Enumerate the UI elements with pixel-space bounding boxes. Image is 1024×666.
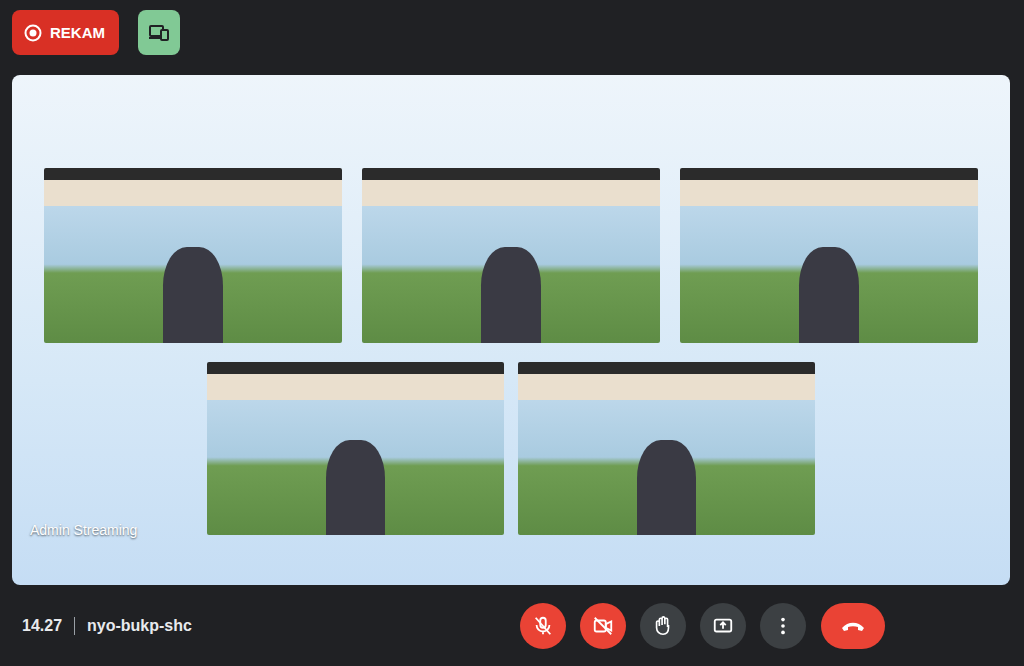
microphone-button[interactable]: [520, 603, 566, 649]
video-tile: [362, 168, 660, 343]
camera-off-icon: [592, 615, 614, 637]
more-icon: [772, 615, 794, 637]
hand-icon: [652, 615, 674, 637]
video-tile: [207, 362, 504, 535]
camera-button[interactable]: [580, 603, 626, 649]
hang-up-icon: [840, 619, 866, 633]
meeting-code[interactable]: nyo-bukp-shc: [87, 617, 192, 635]
video-tile: [680, 168, 978, 343]
participant-name: Admin Streaming: [30, 522, 137, 538]
present-screen-icon: [712, 615, 734, 637]
more-options-button[interactable]: [760, 603, 806, 649]
meeting-time: 14.27: [22, 617, 62, 635]
recording-badge[interactable]: REKAM: [12, 10, 119, 55]
call-controls: [520, 603, 885, 649]
record-icon: [24, 24, 42, 42]
meeting-info: 14.27 nyo-bukp-shc: [0, 617, 520, 635]
video-tile: [44, 168, 342, 343]
recording-label: REKAM: [50, 24, 105, 41]
raise-hand-button[interactable]: [640, 603, 686, 649]
video-tile: [518, 362, 815, 535]
presentation-stage: Admin Streaming: [12, 75, 1010, 585]
companion-device-icon[interactable]: [138, 10, 180, 55]
microphone-off-icon: [532, 615, 554, 637]
separator: [74, 617, 75, 635]
leave-call-button[interactable]: [821, 603, 885, 649]
present-button[interactable]: [700, 603, 746, 649]
